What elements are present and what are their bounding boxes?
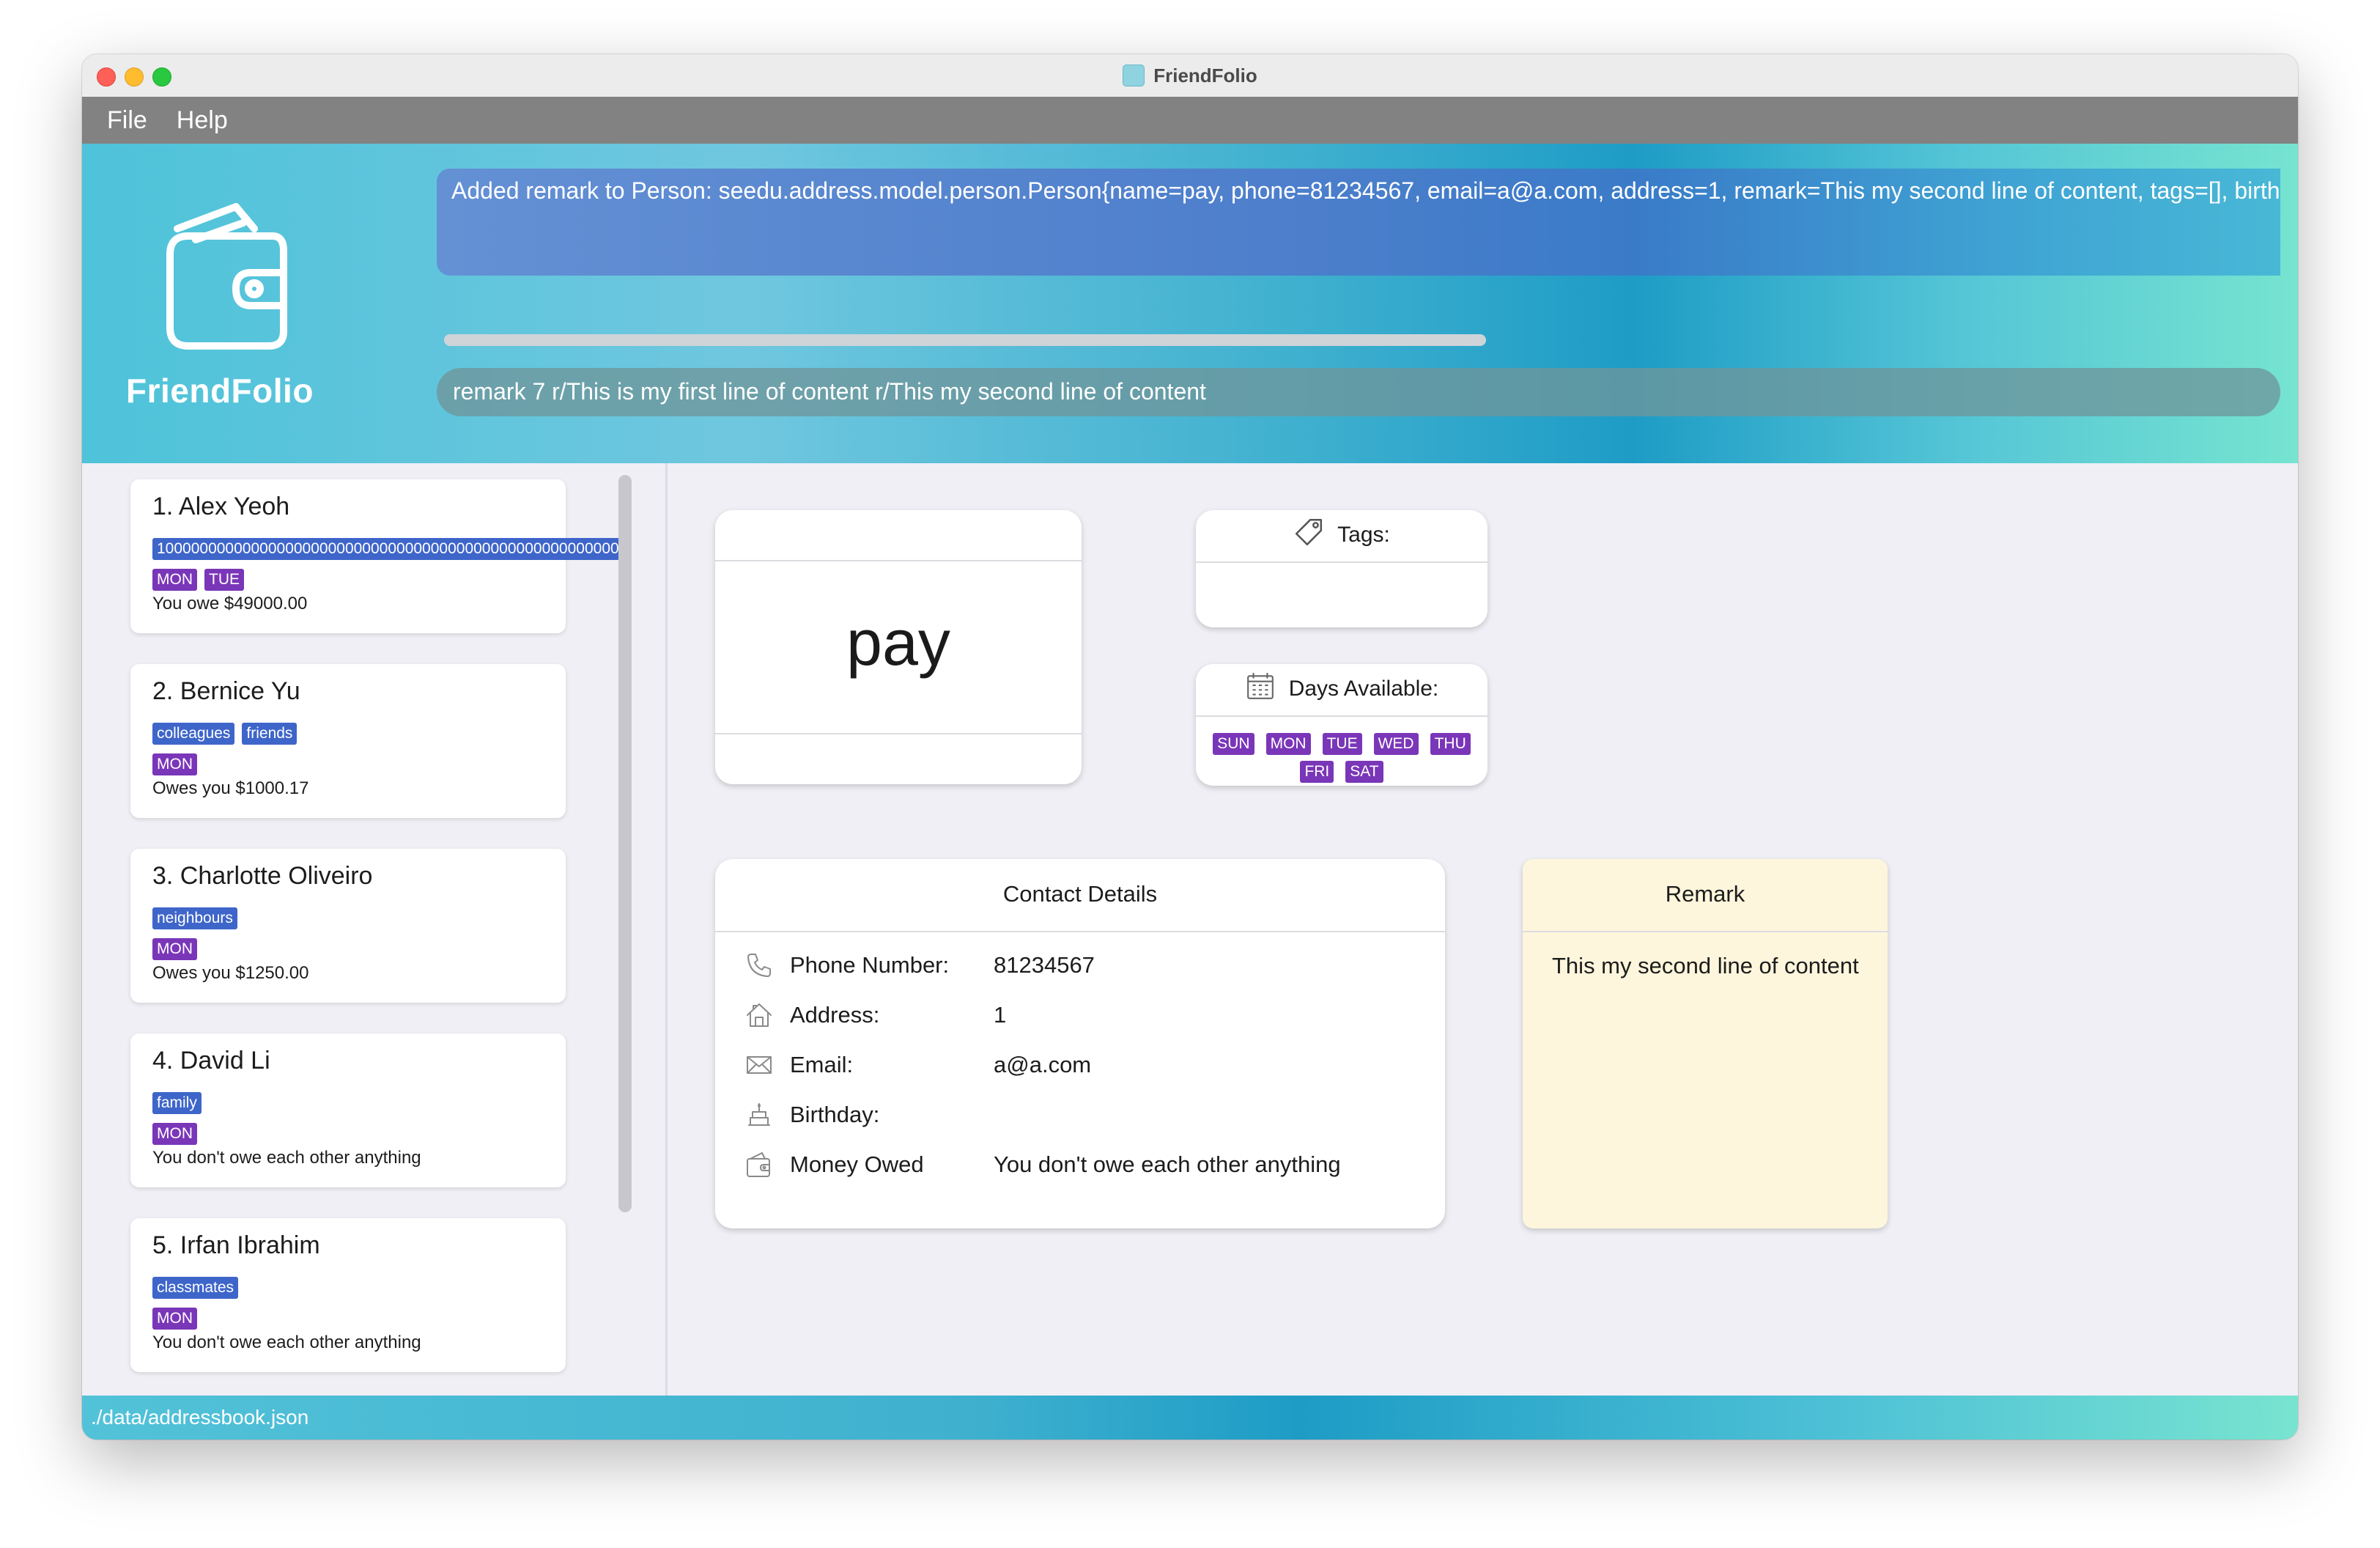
data-file-path: ./data/addressbook.json <box>91 1406 309 1429</box>
day-chip: MON <box>1265 733 1311 755</box>
person-card-tags: 1000000000000000000000000000000000000000… <box>152 538 620 560</box>
days-available-card: Days Available: SUN MON TUE WED THU FRI SAT <box>1196 664 1488 786</box>
contact-label: Birthday: <box>790 1102 880 1127</box>
person-card[interactable]: 3. Charlotte Oliveiro neighbours MON Owes y… <box>130 849 566 1003</box>
contact-value: 1 <box>994 1002 1007 1028</box>
remark-title: Remark <box>1665 881 1745 907</box>
person-card-days: MON <box>152 1123 197 1145</box>
person-card-money: Owes you $1250.00 <box>152 963 309 983</box>
contact-row: Address: 1 <box>743 997 1006 1033</box>
remark-text: This my second line of content <box>1552 953 1859 978</box>
status-bar: ./data/addressbook.json <box>82 1396 2298 1440</box>
person-card-money: Owes you $1000.17 <box>152 778 309 798</box>
contact-value: 81234567 <box>994 952 1095 978</box>
person-card-name: 1. Alex Yeoh <box>152 493 290 520</box>
tag-chip: colleagues <box>152 723 235 745</box>
day-chip: TUE <box>1322 733 1362 755</box>
day-chip: TUE <box>204 569 244 591</box>
person-card-tags: family <box>152 1092 202 1114</box>
header-area: FriendFolio Added remark to Person: seed… <box>82 144 2298 463</box>
menu-file[interactable]: File <box>107 106 147 135</box>
name-card: pay <box>715 510 1082 784</box>
calendar-icon <box>1245 671 1276 707</box>
person-list-scrollbar[interactable] <box>618 475 632 1212</box>
person-name: pay <box>846 606 950 679</box>
person-card-name: 4. David Li <box>152 1047 270 1075</box>
day-chip: SAT <box>1345 761 1383 783</box>
day-chip: MON <box>152 1308 197 1330</box>
command-text: remark 7 r/This is my first line of cont… <box>453 378 1206 405</box>
person-card[interactable]: 5. Irfan Ibrahim classmates MON You don't o… <box>130 1218 566 1372</box>
person-card-days: MON TUE <box>152 569 244 591</box>
day-chip: MON <box>152 569 197 591</box>
logo-text: FriendFolio <box>126 372 314 410</box>
person-card-name: 3. Charlotte Oliveiro <box>152 862 373 890</box>
days-available-list: SUN MON TUE WED THU FRI SAT <box>1196 733 1488 783</box>
tag-icon <box>1293 517 1324 553</box>
contact-row: Birthday: <box>743 1096 879 1133</box>
contact-label: Phone Number: <box>790 952 950 978</box>
person-card-name: 2. Bernice Yu <box>152 677 300 705</box>
contact-label: Email: <box>790 1052 854 1077</box>
wallet-icon <box>743 1149 775 1181</box>
person-card[interactable]: 2. Bernice Yu colleagues friends MON Owes yo… <box>130 664 566 818</box>
person-card[interactable]: 1. Alex Yeoh 1000000000000000000000000000… <box>130 479 620 633</box>
remark-card: Remark This my second line of content <box>1523 859 1888 1228</box>
wallet-logo-icon <box>166 203 287 350</box>
mail-icon <box>743 1049 775 1081</box>
contact-row: Email: a@a.com <box>743 1047 1091 1083</box>
day-chip: MON <box>152 938 197 960</box>
person-card-money: You don't owe each other anything <box>152 1148 421 1168</box>
person-card-tags: colleagues friends <box>152 723 298 745</box>
person-card-money: You don't owe each other anything <box>152 1333 421 1352</box>
result-display: Added remark to Person: seedu.address.mo… <box>437 169 2280 276</box>
contact-value: You don't owe each other anything <box>994 1151 1341 1177</box>
person-card-money: You owe $49000.00 <box>152 594 308 613</box>
person-card-tags: classmates <box>152 1277 239 1299</box>
day-chip: FRI <box>1300 761 1334 783</box>
day-chip: MON <box>152 1123 197 1145</box>
person-card-name: 5. Irfan Ibrahim <box>152 1231 320 1259</box>
cake-icon <box>743 1099 775 1131</box>
person-card-tags: neighbours <box>152 907 237 929</box>
person-detail-panel: pay Tags: Days Available: SUN MON TUE WED TH… <box>665 463 2298 1440</box>
person-card-days: MON <box>152 753 197 775</box>
phone-icon <box>743 949 775 981</box>
app-icon <box>1123 64 1145 86</box>
command-input[interactable]: remark 7 r/This is my first line of cont… <box>437 368 2280 416</box>
contact-details-title: Contact Details <box>1002 881 1158 907</box>
home-icon <box>743 999 775 1031</box>
contact-label: Money Owed <box>790 1151 924 1177</box>
day-chip: MON <box>152 753 197 775</box>
day-chip: THU <box>1430 733 1471 755</box>
contact-value: a@a.com <box>994 1052 1092 1077</box>
tag-chip: friends <box>242 723 298 745</box>
person-card-days: MON <box>152 938 197 960</box>
title-bar: FriendFolio <box>82 54 2298 97</box>
friendfolio-logo: FriendFolio <box>126 185 314 427</box>
menu-help[interactable]: Help <box>177 106 228 135</box>
menu-bar: File Help <box>82 97 2298 144</box>
days-available-label: Days Available: <box>1288 677 1439 701</box>
person-card[interactable]: 4. David Li family MON You don't owe each o… <box>130 1033 566 1187</box>
result-text: Added remark to Person: seedu.address.mo… <box>451 177 2280 204</box>
tag-chip: neighbours <box>152 907 237 929</box>
contact-label: Address: <box>790 1002 880 1028</box>
tag-chip: family <box>152 1092 202 1114</box>
person-list[interactable]: 1. Alex Yeoh 1000000000000000000000000000… <box>82 463 665 1440</box>
tags-card: Tags: <box>1196 510 1488 627</box>
tag-chip: 1000000000000000000000000000000000000000… <box>152 538 620 560</box>
tags-label: Tags: <box>1337 523 1390 547</box>
window-title-text: FriendFolio <box>1153 64 1257 86</box>
window-title: FriendFolio <box>82 54 2298 97</box>
contact-row: Money Owed You don't owe each other anyth… <box>743 1146 1341 1183</box>
contact-row: Phone Number: 81234567 <box>743 947 1095 984</box>
result-horizontal-scrollbar[interactable] <box>444 334 1486 346</box>
tag-chip: classmates <box>152 1277 239 1299</box>
day-chip: WED <box>1373 733 1419 755</box>
day-chip: SUN <box>1213 733 1254 755</box>
app-window: FriendFolio File Help FriendFolio Added … <box>82 54 2298 1440</box>
person-card-days: MON <box>152 1308 197 1330</box>
contact-details-card: Contact Details Phone Number: 81234567 Add… <box>715 859 1445 1228</box>
